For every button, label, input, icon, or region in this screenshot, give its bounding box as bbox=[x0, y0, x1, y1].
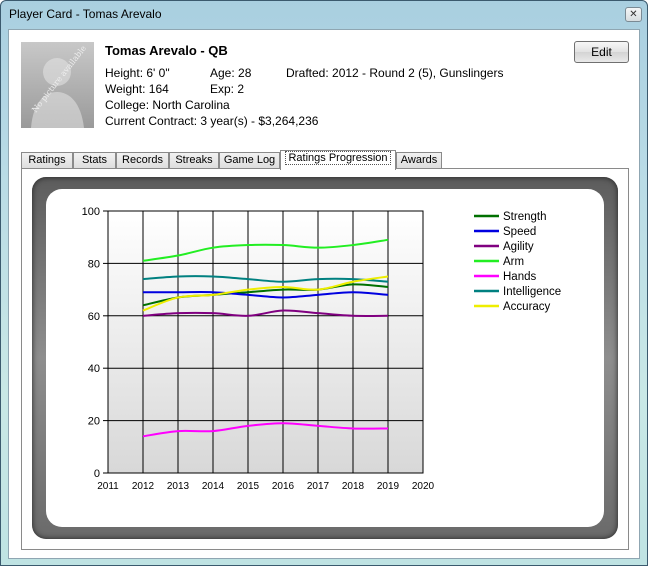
y-tick-label: 0 bbox=[94, 468, 100, 480]
close-button[interactable]: ✕ bbox=[625, 7, 642, 22]
player-exp: Exp: 2 bbox=[210, 82, 245, 96]
tab-game-log[interactable]: Game Log bbox=[219, 152, 280, 169]
player-height: Height: 6' 0" bbox=[105, 66, 170, 80]
legend-label-strength: Strength bbox=[503, 211, 546, 223]
player-weight: Weight: 164 bbox=[105, 82, 169, 96]
x-tick-label: 2017 bbox=[307, 481, 330, 492]
legend-label-hands: Hands bbox=[503, 271, 536, 283]
x-tick-label: 2011 bbox=[97, 481, 119, 492]
tab-ratings[interactable]: Ratings bbox=[21, 152, 73, 169]
chart-frame: 0 20 40 60 80 100 2011 2012 2013 2014 2015 2016 201… bbox=[32, 177, 618, 539]
player-name: Tomas Arevalo - QB bbox=[105, 43, 228, 58]
player-college: College: North Carolina bbox=[105, 98, 230, 112]
legend-label-arm: Arm bbox=[503, 256, 524, 268]
y-tick-label: 20 bbox=[88, 416, 100, 428]
window-title: Player Card - Tomas Arevalo bbox=[9, 7, 162, 21]
player-photo-placeholder: No picture available bbox=[21, 42, 94, 128]
tab-streaks[interactable]: Streaks bbox=[169, 152, 219, 169]
ratings-progression-chart: 020406080100 2011 2012 2013 2014 2015 2016 201… bbox=[82, 206, 562, 492]
x-tick-label: 2014 bbox=[202, 481, 225, 492]
legend-label-accuracy: Accuracy bbox=[503, 301, 551, 313]
player-age: Age: 28 bbox=[210, 66, 252, 80]
x-axis-ticks: 2011 2012 2013 2014 2015 2016 2017 2018 2019 2020 bbox=[97, 481, 434, 492]
y-tick-label: 100 bbox=[82, 206, 100, 218]
y-axis-ticks: 0 20 40 60 80 100 bbox=[82, 206, 108, 480]
x-tick-label: 2012 bbox=[132, 481, 155, 492]
x-tick-label: 2015 bbox=[237, 481, 260, 492]
x-tick-label: 2013 bbox=[167, 481, 190, 492]
legend-label-speed: Speed bbox=[503, 226, 536, 238]
ratings-progression-panel: 0 20 40 60 80 100 2011 2012 2013 2014 2015 2016 201… bbox=[21, 168, 629, 550]
edit-button[interactable]: Edit bbox=[574, 41, 629, 63]
x-tick-label: 2020 bbox=[412, 481, 435, 492]
x-tick-label: 2016 bbox=[272, 481, 295, 492]
y-tick-label: 80 bbox=[88, 258, 100, 270]
y-tick-label: 60 bbox=[88, 311, 100, 323]
tab-awards[interactable]: Awards bbox=[396, 152, 442, 169]
x-tick-label: 2019 bbox=[377, 481, 400, 492]
legend-label-agility: Agility bbox=[503, 241, 534, 253]
player-contract: Current Contract: 3 year(s) - $3,264,236 bbox=[105, 114, 319, 128]
y-tick-label: 40 bbox=[88, 363, 100, 375]
tab-ratings-progression[interactable]: Ratings Progression bbox=[280, 150, 396, 170]
x-tick-label: 2018 bbox=[342, 481, 365, 492]
player-drafted: Drafted: 2012 - Round 2 (5), Gunslingers bbox=[286, 66, 504, 80]
client-area: No picture available Tomas Arevalo - QB … bbox=[8, 29, 640, 559]
player-card-window: Player Card - Tomas Arevalo ✕ No picture… bbox=[0, 0, 648, 566]
chart-area: 0 20 40 60 80 100 2011 2012 2013 2014 2015 2016 201… bbox=[46, 189, 604, 527]
legend-label-intelligence: Intelligence bbox=[503, 286, 561, 298]
tab-stats[interactable]: Stats bbox=[73, 152, 116, 169]
legend: Strength Speed Agility Arm Hands Intelligence… bbox=[474, 211, 561, 313]
tab-records[interactable]: Records bbox=[116, 152, 169, 169]
title-bar[interactable]: Player Card - Tomas Arevalo ✕ bbox=[1, 1, 647, 29]
